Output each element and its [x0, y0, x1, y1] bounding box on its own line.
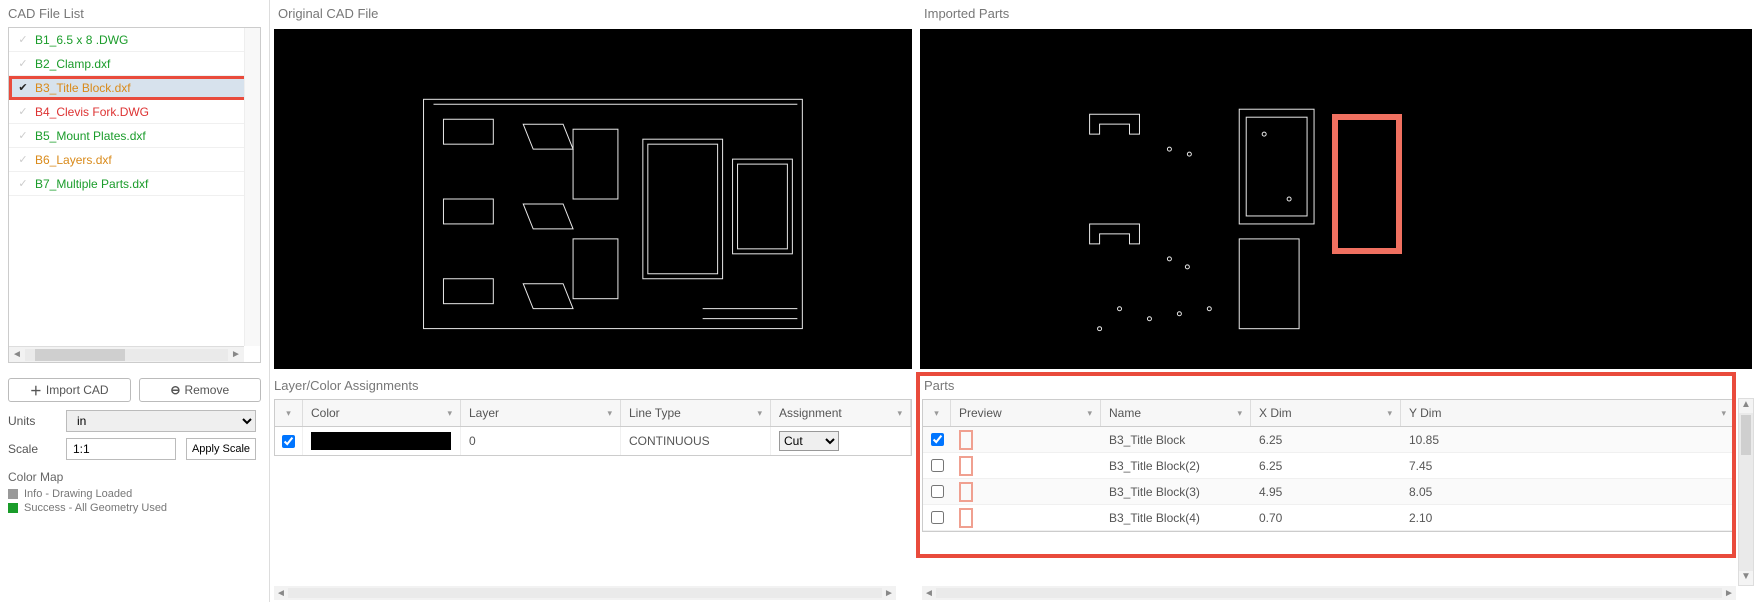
- scroll-track[interactable]: [25, 349, 228, 361]
- layer-row-layer: 0: [461, 427, 621, 455]
- imported-parts-canvas[interactable]: [920, 29, 1752, 369]
- check-icon: ✓: [15, 177, 31, 190]
- layer-header-assignment[interactable]: Assignment▾: [771, 400, 911, 426]
- file-row[interactable]: ✓ B2_Clamp.dxf: [9, 52, 260, 76]
- file-list-hscroll[interactable]: ◄ ►: [9, 346, 244, 362]
- cad-file-list-panel: CAD File List ✓ B1_6.5 x 8 .DWG ✓ B2_Clamp.…: [0, 0, 270, 372]
- parts-vscroll[interactable]: ▲ ▼: [1738, 398, 1754, 586]
- legend-text: Success - All Geometry Used: [24, 502, 167, 514]
- file-name: B4_Clevis Fork.DWG: [35, 105, 149, 119]
- file-row[interactable]: ✓ B4_Clevis Fork.DWG: [9, 100, 260, 124]
- layer-header-layer[interactable]: Layer▾: [461, 400, 621, 426]
- imported-parts-panel: Imported Parts: [916, 0, 1756, 372]
- parts-hscroll[interactable]: ◄►: [922, 586, 1736, 600]
- original-cad-canvas[interactable]: [274, 29, 912, 369]
- layer-header-check[interactable]: ▾: [275, 400, 303, 426]
- legend-swatch: [8, 489, 18, 499]
- cad-file-list-title: CAD File List: [0, 0, 269, 27]
- scroll-right-icon[interactable]: ►: [1722, 588, 1736, 599]
- parts-highlight-box: [916, 372, 1736, 558]
- original-cad-title: Original CAD File: [270, 0, 916, 27]
- selected-part-highlight: [1332, 114, 1402, 254]
- scroll-right-icon[interactable]: ►: [882, 588, 896, 599]
- import-cad-button[interactable]: ＋ Import CAD: [8, 378, 131, 402]
- imported-parts-title: Imported Parts: [916, 0, 1756, 27]
- scroll-left-icon[interactable]: ◄: [274, 588, 288, 599]
- scale-input[interactable]: [66, 438, 176, 460]
- legend-row: Success - All Geometry Used: [8, 502, 261, 514]
- scroll-left-icon[interactable]: ◄: [922, 588, 936, 599]
- import-cad-label: Import CAD: [46, 383, 109, 397]
- remove-label: Remove: [184, 383, 229, 397]
- check-icon: ✓: [15, 57, 31, 70]
- original-cad-panel: Original CAD File: [270, 0, 916, 372]
- plus-icon: ＋: [30, 382, 42, 399]
- layer-row-linetype: CONTINUOUS: [621, 427, 771, 455]
- file-name: B7_Multiple Parts.dxf: [35, 177, 148, 191]
- apply-scale-button[interactable]: Apply Scale: [186, 438, 256, 460]
- check-icon: ✓: [15, 129, 31, 142]
- file-row[interactable]: ✓ B6_Layers.dxf: [9, 148, 260, 172]
- minus-icon: ⊖: [170, 383, 180, 397]
- layer-grid-hscroll[interactable]: ◄►: [274, 586, 896, 600]
- layer-header-color[interactable]: Color▾: [303, 400, 461, 426]
- remove-button[interactable]: ⊖ Remove: [139, 378, 262, 402]
- legend-text: Info - Drawing Loaded: [24, 488, 132, 500]
- legend-row: Info - Drawing Loaded: [8, 488, 261, 500]
- layer-row[interactable]: 0 CONTINUOUS Cut: [275, 427, 911, 455]
- scroll-down-icon[interactable]: ▼: [1739, 571, 1753, 585]
- units-select[interactable]: in: [66, 410, 256, 432]
- scale-label: Scale: [8, 442, 56, 456]
- layer-row-checkbox[interactable]: [282, 435, 295, 448]
- file-name: B3_Title Block.dxf: [35, 81, 131, 95]
- file-name: B1_6.5 x 8 .DWG: [35, 33, 128, 47]
- scroll-left-icon[interactable]: ◄: [9, 347, 25, 363]
- units-label: Units: [8, 414, 56, 428]
- file-row[interactable]: ✓ B7_Multiple Parts.dxf: [9, 172, 260, 196]
- scroll-up-icon[interactable]: ▲: [1739, 399, 1753, 413]
- file-row[interactable]: ✓ B5_Mount Plates.dxf: [9, 124, 260, 148]
- layer-header-linetype[interactable]: Line Type▾: [621, 400, 771, 426]
- scroll-thumb[interactable]: [35, 349, 125, 361]
- file-list-vscroll[interactable]: [244, 28, 260, 346]
- color-map-title: Color Map: [8, 470, 261, 484]
- file-row[interactable]: ✓ B1_6.5 x 8 .DWG: [9, 28, 260, 52]
- layer-assignments-title: Layer/Color Assignments: [270, 372, 916, 399]
- controls-panel: ＋ Import CAD ⊖ Remove Units in Scale App…: [0, 372, 270, 602]
- layer-assignment-select[interactable]: Cut: [779, 431, 839, 451]
- check-icon: ✓: [15, 105, 31, 118]
- check-icon: ✓: [15, 153, 31, 166]
- layer-assignments-panel: Layer/Color Assignments ▾ Color▾ Layer▾ …: [270, 372, 916, 602]
- layer-color-swatch: [311, 432, 451, 450]
- parts-panel: Parts ▾ Preview▾ Name▾ X Dim▾ Y Dim▾ B3_…: [916, 372, 1756, 602]
- file-row[interactable]: ✔ B3_Title Block.dxf: [9, 76, 260, 100]
- legend-swatch: [8, 503, 18, 513]
- file-name: B2_Clamp.dxf: [35, 57, 110, 71]
- layer-grid: ▾ Color▾ Layer▾ Line Type▾ Assignment▾ 0…: [274, 399, 912, 456]
- check-icon: ✔: [15, 81, 31, 94]
- file-name: B5_Mount Plates.dxf: [35, 129, 146, 143]
- cad-file-list: ✓ B1_6.5 x 8 .DWG ✓ B2_Clamp.dxf ✔ B3_Title B…: [8, 27, 261, 363]
- scroll-right-icon[interactable]: ►: [228, 347, 244, 363]
- check-icon: ✓: [15, 33, 31, 46]
- file-name: B6_Layers.dxf: [35, 153, 112, 167]
